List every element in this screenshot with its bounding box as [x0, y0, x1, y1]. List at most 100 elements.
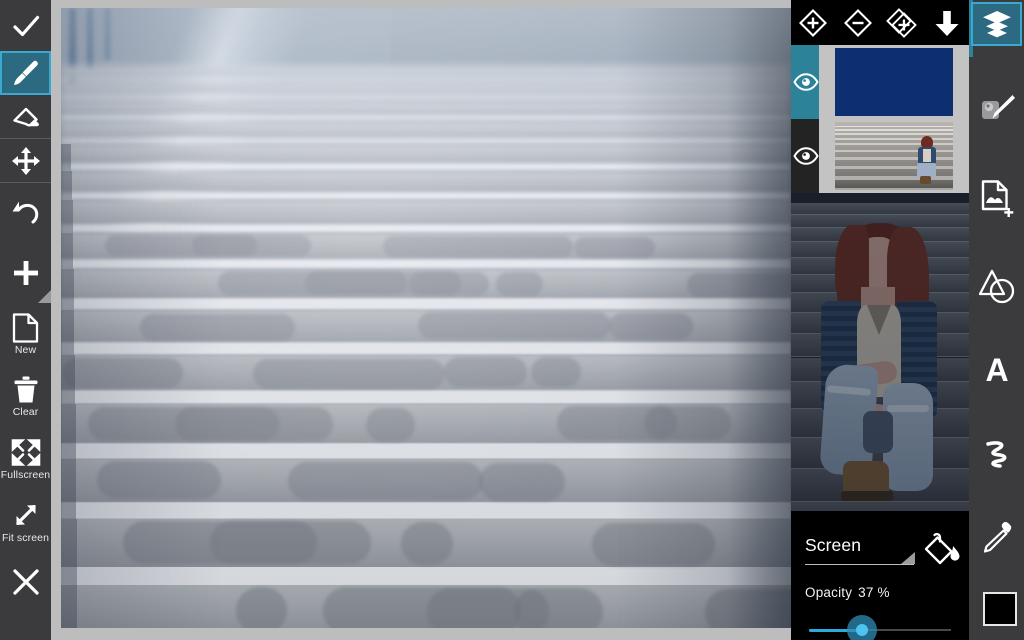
confirm-button[interactable] — [0, 0, 51, 51]
text-tool-button[interactable]: A — [969, 340, 1024, 400]
scribble-icon — [985, 441, 1006, 468]
shapes-tool-button[interactable] — [969, 256, 1024, 316]
eraser-tool-button[interactable] — [0, 95, 51, 139]
layer-thumbnail-frame[interactable] — [819, 45, 969, 119]
submenu-indicator-icon — [38, 290, 51, 303]
layer-thumbnail-frame[interactable] — [819, 119, 969, 193]
stair-texture — [496, 272, 543, 297]
add-image-tool-button[interactable] — [969, 168, 1024, 228]
paint-bucket-icon — [924, 532, 960, 565]
stair-riser — [61, 163, 791, 171]
slider-thumb[interactable] — [855, 624, 868, 636]
layer-row[interactable] — [791, 45, 969, 119]
blend-mode-underline — [805, 564, 914, 565]
canvas-right-shadow — [727, 8, 791, 628]
duplicate-layer-button[interactable] — [880, 0, 925, 45]
stair-texture — [253, 358, 445, 390]
stair-riser — [61, 137, 791, 145]
thumbnail-stair — [835, 187, 953, 190]
merge-down-button[interactable] — [925, 0, 970, 45]
layer-thumbnail — [835, 48, 953, 116]
stair-riser — [61, 342, 791, 355]
undo-button[interactable] — [0, 183, 51, 243]
stair-left-flank — [61, 199, 73, 233]
stair-left-flank — [61, 170, 72, 200]
opacity-label-row: Opacity 37 % — [805, 585, 890, 600]
close-button[interactable] — [0, 553, 51, 611]
canvas-image[interactable] — [61, 8, 791, 628]
layer-list — [791, 45, 969, 193]
right-toolbar: A — [969, 0, 1024, 640]
stair-texture — [288, 461, 483, 501]
color-picker-tool-button[interactable] — [969, 506, 1024, 566]
stair-texture — [444, 356, 527, 388]
eyedropper-icon — [983, 522, 1011, 553]
layer-preview[interactable] — [791, 193, 969, 511]
stair-texture — [557, 406, 677, 441]
stair-texture — [574, 236, 655, 259]
fit-screen-label: Fit screen — [1, 531, 50, 544]
layer-visibility-toggle[interactable] — [791, 147, 821, 165]
stair-texture — [427, 588, 549, 628]
fullscreen-button[interactable]: Fullscreen — [0, 427, 51, 491]
eye-icon — [793, 73, 819, 91]
add-layer-button[interactable] — [791, 0, 836, 45]
stair-riser — [61, 443, 791, 459]
layer-row[interactable] — [791, 119, 969, 193]
new-button[interactable]: New — [0, 303, 51, 365]
stair-riser — [61, 223, 791, 233]
undo-icon — [12, 201, 38, 224]
delete-layer-button[interactable] — [836, 0, 881, 45]
move-icon — [11, 146, 40, 175]
paint-brush-icon — [981, 95, 1015, 119]
eye-icon — [793, 147, 819, 165]
thumbnail-stair — [835, 126, 953, 128]
blend-mode-selector[interactable]: Screen — [805, 532, 960, 571]
paint-tool-button[interactable] — [969, 80, 1024, 140]
check-icon — [12, 15, 39, 36]
opacity-label: Opacity — [805, 585, 853, 600]
canvas-margin-top — [51, 0, 791, 8]
preview-stair — [791, 203, 969, 215]
thumbnail-stair — [835, 129, 953, 131]
stair-left-flank — [61, 518, 77, 586]
stair-tread — [61, 120, 791, 138]
stair-left-flank — [61, 458, 77, 519]
layers-tool-button[interactable] — [971, 2, 1022, 46]
stair-riser — [61, 390, 791, 405]
stair-texture — [105, 234, 257, 257]
color-swatch[interactable] — [983, 592, 1017, 626]
stair-texture — [88, 407, 279, 442]
shapes-icon — [978, 269, 1014, 304]
stair-left-flank — [61, 585, 78, 628]
editing-canvas[interactable] — [51, 0, 791, 640]
move-tool-button[interactable] — [0, 139, 51, 183]
add-button[interactable] — [0, 243, 51, 303]
trash-icon — [14, 376, 37, 402]
arrow-down-icon — [935, 10, 959, 36]
brush-tool-button[interactable] — [0, 51, 51, 95]
stair-riser — [61, 191, 791, 200]
clear-button[interactable]: Clear — [0, 365, 51, 427]
plus-icon — [13, 261, 38, 285]
layers-icon — [982, 11, 1011, 38]
scribble-tool-button[interactable] — [969, 424, 1024, 484]
clear-label: Clear — [12, 405, 39, 418]
layer-visibility-toggle[interactable] — [791, 73, 821, 91]
add-image-icon — [981, 180, 1013, 217]
diamond-plus-icon — [799, 8, 828, 37]
paint-bucket-button[interactable] — [924, 532, 962, 575]
stair-tread — [61, 100, 791, 116]
preview-person — [805, 215, 957, 505]
double-diamond-plus-icon — [886, 7, 918, 38]
opacity-slider[interactable] — [805, 615, 955, 640]
stair-riser — [61, 259, 791, 270]
svg-text:A: A — [985, 352, 1008, 388]
thumbnail-person — [915, 136, 939, 184]
stair-texture — [383, 235, 573, 258]
stair-texture — [62, 357, 183, 389]
fit-screen-button[interactable]: Fit screen — [0, 491, 51, 553]
canvas-margin-left — [51, 0, 61, 640]
diagonal-arrows-icon — [15, 504, 36, 525]
stair-left-flank — [61, 404, 76, 459]
